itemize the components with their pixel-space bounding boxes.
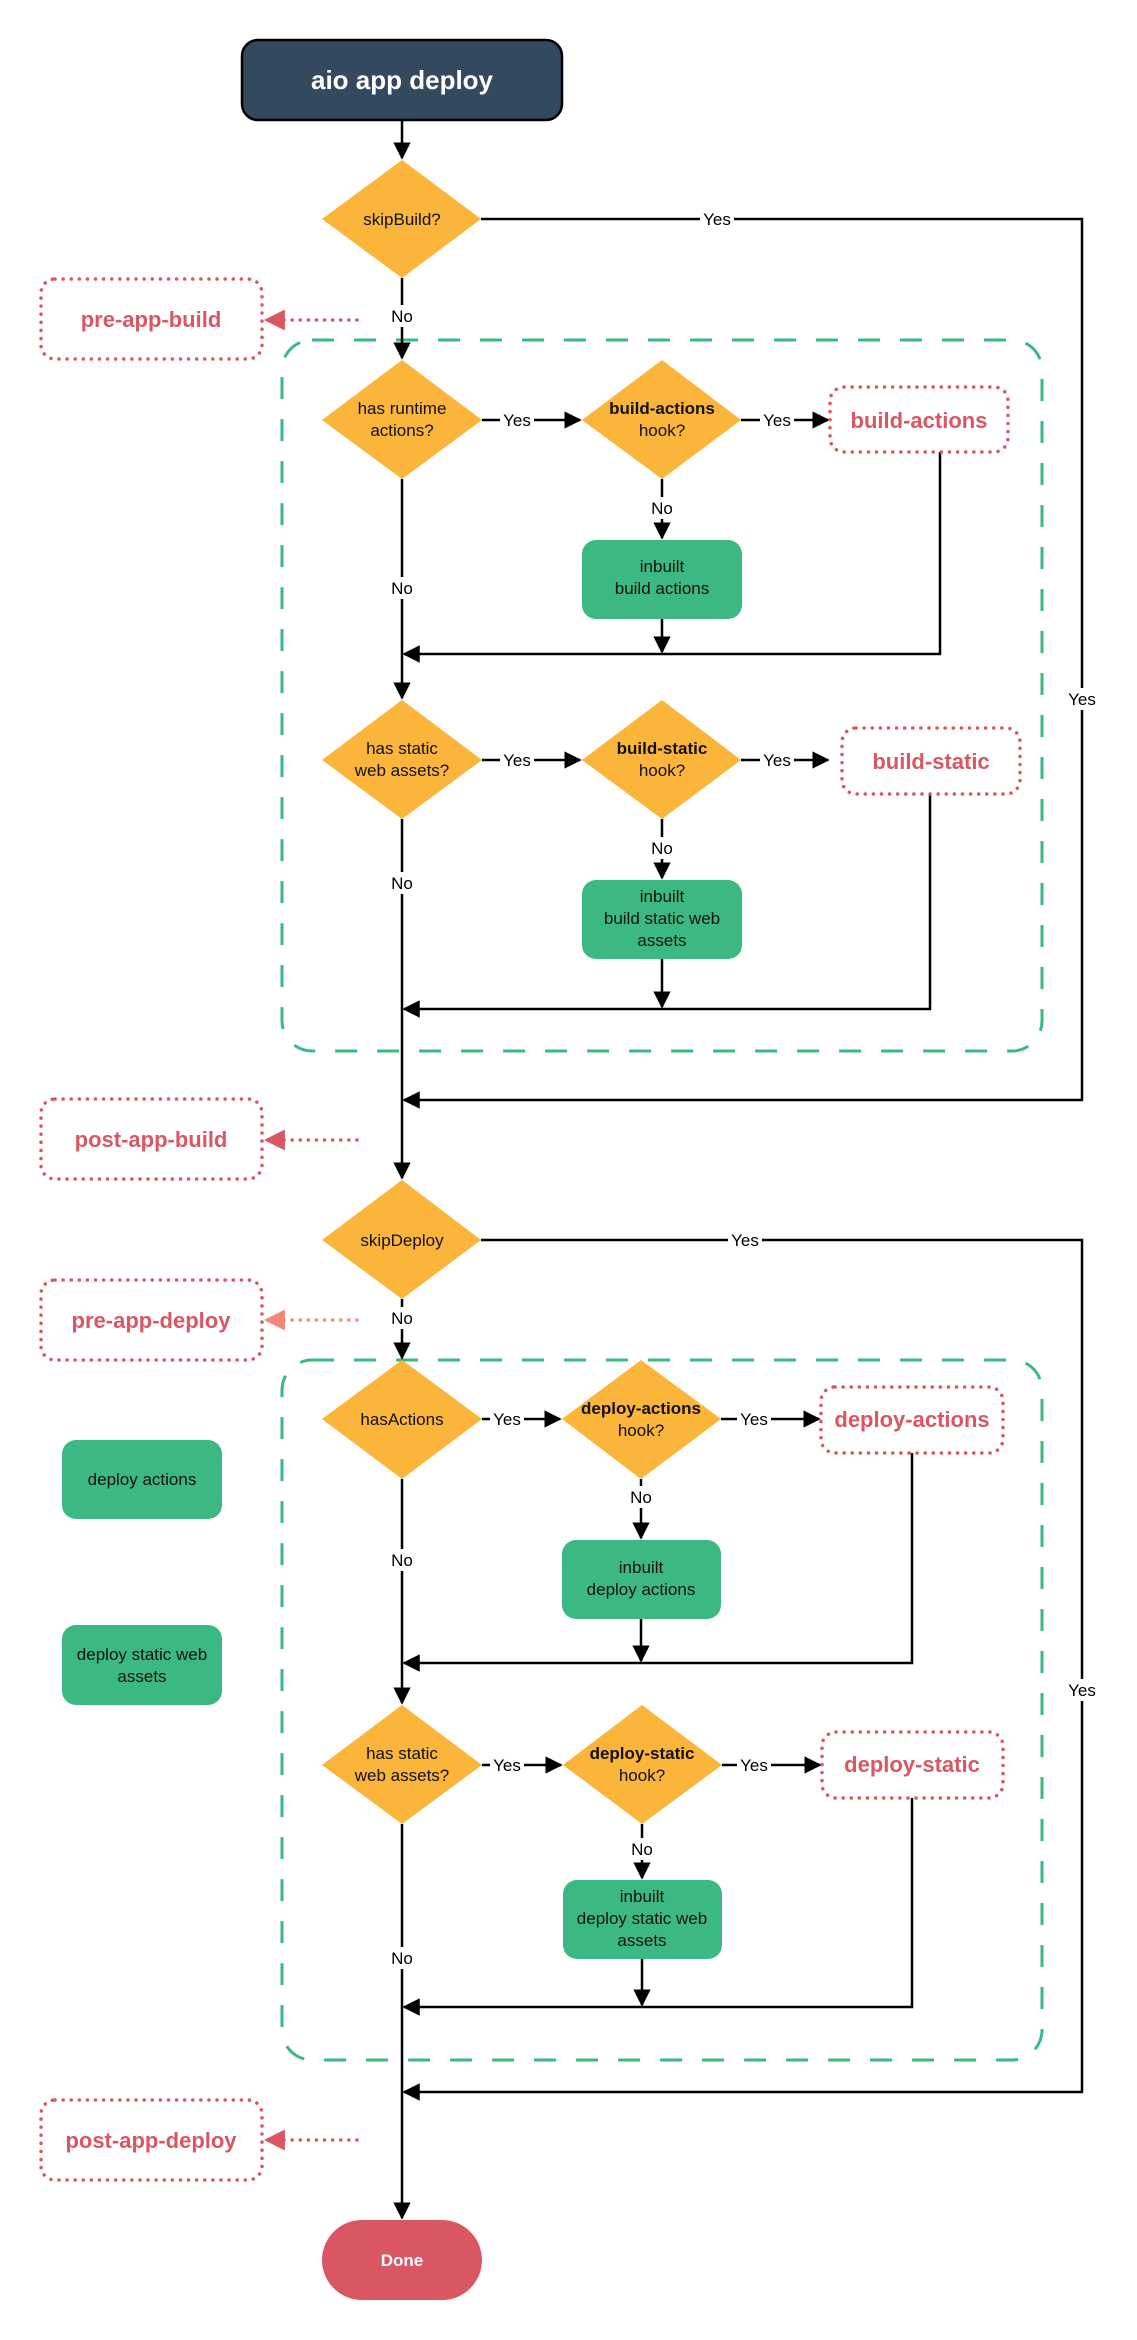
decision-build-static-hook[interactable]: build-static hook? bbox=[582, 700, 741, 819]
hook-deploy-static[interactable]: deploy-static bbox=[820, 1730, 1005, 1800]
decision-has-static-deploy[interactable]: has static web assets? bbox=[322, 1705, 482, 1824]
decision-skip-deploy[interactable]: skipDeploy bbox=[322, 1180, 481, 1299]
decision-label: deploy-static bbox=[590, 1744, 695, 1763]
process-label: deploy static web bbox=[77, 1645, 207, 1664]
hook-build-static[interactable]: build-static bbox=[840, 726, 1022, 796]
hook-post-app-deploy[interactable]: post-app-deploy bbox=[39, 2098, 264, 2182]
decision-deploy-static-hook[interactable]: deploy-static hook? bbox=[563, 1705, 722, 1824]
hook-pre-app-deploy[interactable]: pre-app-deploy bbox=[39, 1278, 264, 1362]
label-yes: Yes bbox=[1068, 690, 1096, 709]
hook-label: post-app-deploy bbox=[65, 2128, 237, 2153]
start-title: aio app deploy bbox=[311, 65, 494, 95]
decision-deploy-actions-hook[interactable]: deploy-actions hook? bbox=[562, 1360, 721, 1479]
decision-label: hook? bbox=[618, 1421, 664, 1440]
process-label: build actions bbox=[615, 579, 710, 598]
decision-build-actions-hook[interactable]: build-actions hook? bbox=[582, 360, 741, 479]
label-no: No bbox=[391, 1309, 413, 1328]
process-label: assets bbox=[117, 1667, 166, 1686]
label-yes: Yes bbox=[493, 1410, 521, 1429]
process-label: inbuilt bbox=[620, 1887, 665, 1906]
hook-deploy-actions[interactable]: deploy-actions bbox=[819, 1385, 1005, 1455]
label-yes: Yes bbox=[493, 1756, 521, 1775]
label-no: No bbox=[391, 1551, 413, 1570]
decision-label: hook? bbox=[619, 1766, 665, 1785]
process-label: deploy static web bbox=[577, 1909, 707, 1928]
label-yes: Yes bbox=[1068, 1681, 1096, 1700]
decision-has-actions[interactable]: hasActions bbox=[322, 1360, 482, 1479]
decision-skip-build[interactable]: skipBuild? bbox=[322, 160, 481, 278]
label-no: No bbox=[631, 1840, 653, 1859]
label-yes: Yes bbox=[740, 1756, 768, 1775]
label-no: No bbox=[391, 874, 413, 893]
process-inbuilt-deploy-static[interactable]: inbuilt deploy static web assets bbox=[563, 1880, 722, 1959]
hook-label: pre-app-deploy bbox=[72, 1308, 232, 1333]
process-label: assets bbox=[637, 931, 686, 950]
edge-skipdeploy-yes bbox=[402, 1238, 1084, 2101]
label-no: No bbox=[651, 499, 673, 518]
hook-label: deploy-static bbox=[844, 1752, 980, 1777]
label-yes: Yes bbox=[503, 751, 531, 770]
decision-label: hasActions bbox=[360, 1410, 443, 1429]
decision-label: build-actions bbox=[609, 399, 715, 418]
process-label: build static web bbox=[604, 909, 720, 928]
label-yes: Yes bbox=[703, 210, 731, 229]
decision-label: hook? bbox=[639, 421, 685, 440]
process-label: inbuilt bbox=[640, 557, 685, 576]
process-label: assets bbox=[617, 1931, 666, 1950]
end-node-done[interactable]: Done bbox=[322, 2220, 482, 2300]
hook-build-actions[interactable]: build-actions bbox=[828, 385, 1010, 454]
hook-post-app-build[interactable]: post-app-build bbox=[39, 1097, 264, 1181]
process-label: inbuilt bbox=[619, 1558, 664, 1577]
decision-label: hook? bbox=[639, 761, 685, 780]
decision-label: actions? bbox=[370, 421, 433, 440]
process-inbuilt-build-static[interactable]: inbuilt build static web assets bbox=[582, 880, 742, 959]
legend-deploy-static[interactable]: deploy static web assets bbox=[62, 1625, 222, 1705]
process-label: deploy actions bbox=[587, 1580, 696, 1599]
decision-label: has runtime bbox=[358, 399, 447, 418]
label-no: No bbox=[391, 1949, 413, 1968]
process-label: inbuilt bbox=[640, 887, 685, 906]
decision-label: web assets? bbox=[354, 761, 450, 780]
start-node[interactable]: aio app deploy bbox=[240, 38, 564, 122]
label-yes: Yes bbox=[763, 751, 791, 770]
decision-label: build-static bbox=[617, 739, 708, 758]
label-no: No bbox=[630, 1488, 652, 1507]
decision-label: skipBuild? bbox=[363, 210, 441, 229]
hook-pre-app-build[interactable]: pre-app-build bbox=[39, 277, 264, 361]
label-yes: Yes bbox=[731, 1231, 759, 1250]
decision-has-static-build[interactable]: has static web assets? bbox=[322, 700, 482, 819]
edge-labels: Yes Yes No Yes Yes No No Yes Yes No No Y… bbox=[388, 208, 1100, 1969]
hook-label: deploy-actions bbox=[834, 1407, 989, 1432]
decision-has-runtime-actions[interactable]: has runtime actions? bbox=[322, 360, 482, 479]
decision-label: skipDeploy bbox=[360, 1231, 444, 1250]
decision-label: has static bbox=[366, 739, 438, 758]
label-no: No bbox=[391, 307, 413, 326]
decision-label: deploy-actions bbox=[581, 1399, 701, 1418]
label-yes: Yes bbox=[503, 411, 531, 430]
label-yes: Yes bbox=[740, 1410, 768, 1429]
flowchart: Yes Yes No Yes Yes No No Yes Yes No No Y… bbox=[39, 38, 1100, 2300]
decision-label: web assets? bbox=[354, 1766, 450, 1785]
process-label: deploy actions bbox=[88, 1470, 197, 1489]
label-no: No bbox=[651, 839, 673, 858]
hook-label: pre-app-build bbox=[81, 307, 222, 332]
label-no: No bbox=[391, 579, 413, 598]
process-inbuilt-build-actions[interactable]: inbuilt build actions bbox=[582, 540, 742, 619]
done-label: Done bbox=[381, 2251, 424, 2270]
decision-label: has static bbox=[366, 1744, 438, 1763]
process-inbuilt-deploy-actions[interactable]: inbuilt deploy actions bbox=[562, 1540, 721, 1619]
hook-label: build-static bbox=[872, 749, 989, 774]
hook-label: post-app-build bbox=[75, 1127, 228, 1152]
legend-deploy-actions[interactable]: deploy actions bbox=[62, 1440, 222, 1519]
label-yes: Yes bbox=[763, 411, 791, 430]
hook-label: build-actions bbox=[851, 408, 988, 433]
edge-skipbuild-yes bbox=[402, 217, 1084, 1109]
